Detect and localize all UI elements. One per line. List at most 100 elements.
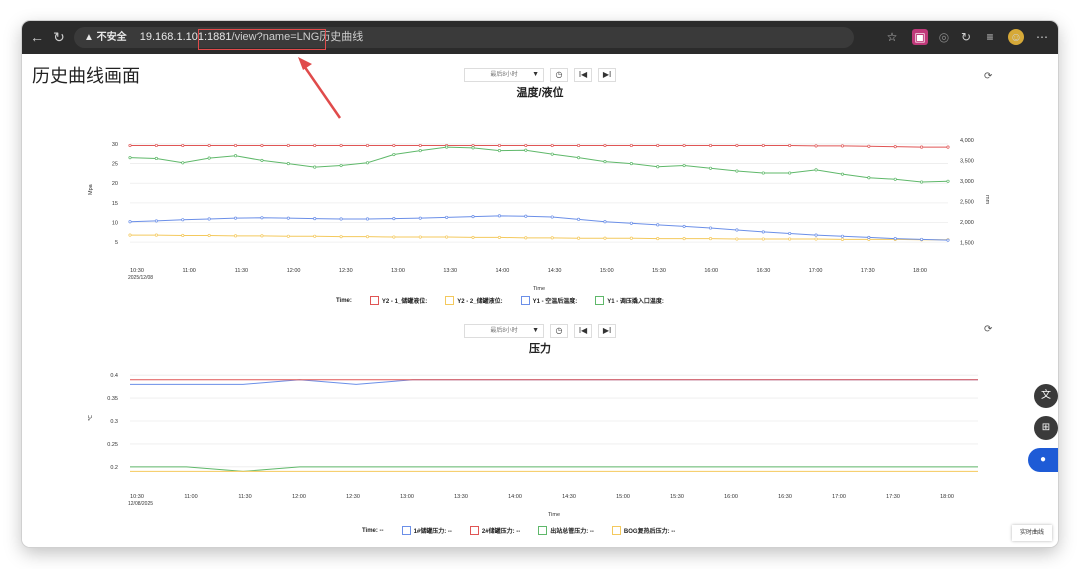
data-point [550,152,554,156]
apps-grid-icon[interactable]: ⊞ [1034,416,1058,440]
legend-label: Y2 - 1_储罐液位: [381,299,428,305]
data-point [497,149,501,153]
back-icon[interactable]: ← [28,28,46,46]
time-range-label: 最后8小时 [490,328,518,334]
data-point [550,236,554,240]
browser-toolbar: ← ↻ ▲ 不安全 19.168.1.101:1881/view?name=LN… [22,21,1058,54]
time-range-select[interactable]: 最后8小时 ▼ [464,324,544,338]
data-point [577,217,581,221]
time-range-label: 最后8小时 [490,72,518,78]
data-point [682,224,686,228]
security-warning: ▲ 不安全 [84,32,127,43]
refresh-extension-icon[interactable]: ↻ [958,29,974,45]
copilot-icon[interactable]: ◎ [936,29,952,45]
data-point [233,143,238,148]
time-range-select[interactable]: 最后8小时 ▼ [464,68,544,82]
x-tick-label: 15:00 [600,268,614,274]
data-point [708,237,713,241]
data-point [392,143,396,148]
data-point [656,237,660,241]
data-point [867,144,871,148]
y-axis-label: Mpa [88,183,94,195]
x-tick-label: 11:30 [235,268,248,274]
x-axis-label: Time [533,286,545,292]
legend-item[interactable]: BOG复热后压力: -- [611,526,675,535]
legend-item[interactable]: Y2 - 1_储罐液位: [369,296,428,305]
legend-item[interactable]: 出站总管压力: -- [538,526,594,535]
x-tick-label: 10:30 [130,268,144,274]
clock-icon[interactable]: ◷ [550,68,568,82]
data-point [920,145,924,149]
data-point [629,162,633,166]
x-tick-label: 17:00 [809,268,823,274]
y2-tick-label: 3,000 [960,179,974,185]
legend-item[interactable]: 1#储罐压力: -- [401,526,452,535]
clock-icon[interactable]: ◷ [550,324,568,338]
data-point [339,217,343,221]
data-point [682,143,686,148]
data-point [418,235,422,239]
previous-button[interactable]: I◀ [574,324,592,338]
data-point [339,235,343,239]
address-bar[interactable]: ▲ 不安全 19.168.1.101:1881/view?name=LNG历史曲… [74,27,854,48]
extension-icon[interactable]: ▣ [912,29,928,45]
data-point [181,233,185,238]
more-menu-icon[interactable]: ⋯ [1034,29,1050,45]
data-point [893,237,897,241]
legend-swatch [401,526,411,535]
data-point [840,234,845,238]
next-button[interactable]: ▶I [598,68,616,82]
assistant-icon[interactable]: ● [1028,448,1058,472]
x-tick-label: 14:00 [496,268,510,274]
previous-button[interactable]: I◀ [574,68,592,82]
data-point [260,143,264,148]
x-tick-label: 13:30 [443,268,457,274]
x-tick-label: 13:00 [391,268,405,274]
data-point [154,219,158,223]
x-tick-label: 13:00 [400,494,414,500]
legend-swatch [445,296,455,305]
data-point [761,171,765,175]
refresh-icon[interactable]: ⟳ [984,71,992,82]
translate-icon[interactable]: 文 [1034,384,1058,408]
legend-label: 1#储罐压力: -- [413,529,452,535]
series-line [130,466,978,472]
data-point [313,217,317,221]
refresh-icon[interactable]: ⟳ [984,324,992,335]
x-tick-label: 12:00 [287,268,301,274]
data-point [181,161,185,165]
series-line [129,215,949,241]
favorites-bar-icon[interactable]: ≡ [982,29,998,45]
favorite-star-icon[interactable]: ☆ [884,29,900,45]
y2-axis-label: mm [984,195,990,205]
data-point [154,233,158,237]
data-point [788,171,792,175]
profile-avatar[interactable]: ☺ [1008,29,1024,45]
data-point [656,165,660,169]
reload-icon[interactable]: ↻ [50,28,68,46]
data-point [920,180,924,184]
legend-item[interactable]: Y1 - 空温后温度: [520,296,578,305]
legend-label: Y1 - 空温后温度: [532,299,578,305]
data-point [260,216,264,220]
next-button[interactable]: ▶I [598,324,616,338]
data-point [128,156,132,160]
data-point [154,156,158,161]
realtime-curve-button[interactable]: 实时曲线 [1012,525,1052,541]
data-point [471,235,475,239]
data-point [761,143,765,148]
legend-label: 出站总管压力: -- [550,529,594,535]
x-axis-label: Time [548,512,560,518]
data-point [392,217,396,221]
data-point [365,143,370,148]
data-point [339,143,343,148]
legend-item[interactable]: Y2 - 2_储罐液位: [445,296,503,305]
x-tick-label: 16:00 [704,268,718,274]
data-point [207,217,211,221]
legend-swatch [469,526,479,535]
legend-item[interactable]: Y1 - 调压撬入口温度: [595,296,664,305]
legend-item[interactable]: 2#储罐压力: -- [469,526,520,535]
y-tick-label: 10 [112,221,118,227]
chart2-legend: Time: -- 1#储罐压力: -- 2#储罐压力: -- 出站总管压力: -… [362,526,675,535]
x-tick-label: 12:00 [292,494,306,500]
